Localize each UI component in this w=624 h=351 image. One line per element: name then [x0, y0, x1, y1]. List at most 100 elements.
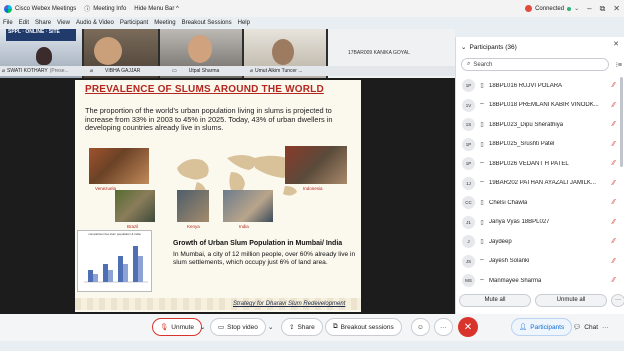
growth-heading: Growth of Urban Slum Population in Mumba… — [173, 240, 343, 247]
mic-muted-icon[interactable]: ⁄⁄ — [613, 141, 615, 148]
share-button[interactable]: ⇪ Share — [281, 318, 323, 336]
person-silhouette — [36, 47, 52, 65]
restore-button[interactable]: ⧉ — [600, 4, 606, 14]
participant-name: 18BPL023_Dipu Sherathiya — [489, 121, 564, 128]
video-icon: ⌔ — [479, 278, 485, 285]
growth-body-text: In Mumbai, a city of 12 million people, … — [173, 251, 356, 266]
breakout-icon: ⧉ — [333, 323, 338, 330]
list-item[interactable]: J1 ▯ Janya Vyas 18BPL027 ⁄⁄ — [456, 213, 624, 233]
participant-search-input[interactable]: ⌕ Search — [461, 58, 609, 71]
more-options-button[interactable]: ··· — [611, 293, 624, 307]
bar-chart-graphic — [84, 246, 148, 283]
list-item[interactable]: MS ⌔ Manmayee Sharma ⁄⁄ — [456, 271, 624, 291]
mic-muted-icon[interactable]: ⁄⁄ — [613, 219, 615, 226]
list-item[interactable]: 1P ▯ 18BPL016 RUJVI POLARA ⁄⁄ — [456, 76, 624, 96]
slide-body-text: The proportion of the world’s urban popu… — [85, 106, 333, 133]
photo-brazil — [115, 190, 155, 222]
phone-icon: ▯ — [480, 239, 484, 246]
mic-muted-icon[interactable]: ⁄⁄ — [613, 277, 615, 284]
caption-indonesia: Indonesia — [303, 186, 323, 191]
sort-filter-icon[interactable]: ⁝≡ — [616, 61, 622, 69]
close-window-button[interactable]: ✕ — [613, 4, 620, 13]
avatar: J1 — [462, 215, 475, 229]
mute-all-button[interactable]: Mute all — [459, 293, 531, 307]
mic-muted-icon[interactable]: ⁄⁄ — [613, 160, 615, 167]
leave-meeting-button[interactable]: ✕ — [458, 317, 478, 337]
hide-menu-bar-button[interactable]: Hide Menu Bar ^ — [134, 6, 179, 12]
participant-name: Janya Vyas 18BPL027 — [489, 219, 550, 226]
share-icon: ⇪ — [289, 324, 295, 331]
mic-off-icon: ⌀ — [250, 68, 254, 74]
reactions-button[interactable]: ☺ — [411, 318, 430, 336]
video-options-chevron[interactable]: ⌄ — [266, 318, 275, 336]
menu-help[interactable]: Help — [238, 20, 250, 26]
avatar: CC — [462, 196, 475, 210]
participant-name: Manmayee Sharma — [489, 277, 542, 284]
connection-status[interactable]: Connected ⌄ — [525, 5, 579, 12]
slide-footer-link[interactable]: Strategy for Dharavi Slum Redevelopment — [233, 301, 345, 307]
panel-more-button[interactable]: ··· — [600, 318, 611, 336]
slum-photos-map: Venezuela Brazil Kenya India Indonesia — [75, 140, 361, 230]
slide-title: PREVALENCE OF SLUMS AROUND THE WORLD — [85, 84, 324, 95]
participants-footer: Mute all Unmute all ··· — [456, 292, 624, 308]
participants-header[interactable]: ⌄ Participants (36) — [456, 41, 624, 53]
mic-muted-icon[interactable]: ⁄⁄ — [613, 121, 615, 128]
mic-off-icon: ⌀ — [90, 68, 94, 74]
mic-icon: ⌀ — [2, 68, 6, 74]
shared-content-area[interactable]: PREVALENCE OF SLUMS AROUND THE WORLD The… — [0, 78, 455, 314]
menu-breakout-sessions[interactable]: Breakout Sessions — [182, 20, 232, 26]
menu-meeting[interactable]: Meeting — [154, 20, 175, 26]
slide: PREVALENCE OF SLUMS AROUND THE WORLD The… — [75, 80, 361, 312]
person-silhouette — [272, 39, 294, 65]
audio-options-chevron[interactable]: ⌄ — [198, 318, 207, 336]
close-panel-icon[interactable]: ✕ — [613, 40, 619, 48]
list-item[interactable]: 1V ⌔ 18BPL018 PREMLANI KABIR VINODK... ⁄… — [456, 96, 624, 116]
list-item[interactable]: 1J ⌔ 19BAR202 PATHAN AYAZALI JAMILK... ⁄… — [456, 174, 624, 194]
more-button[interactable]: ··· — [434, 318, 453, 336]
list-item[interactable]: CC ▯ Chelsi Chawla ⁄⁄ — [456, 193, 624, 213]
participants-toggle-button[interactable]: 👤︎ Participants — [511, 318, 573, 336]
menu-audio-video[interactable]: Audio & Video — [76, 20, 114, 26]
video-name: ⌀ SWATI KOTHARY (Prese... — [2, 68, 69, 74]
minimize-button[interactable]: – — [587, 4, 591, 13]
person-silhouette — [188, 35, 212, 63]
stop-video-button[interactable]: ▭ Stop video — [210, 318, 266, 336]
slum-population-chart-image: comparison bet slum population & india — [77, 230, 152, 292]
menu-view[interactable]: View — [57, 20, 70, 26]
emoji-icon: ☺ — [417, 323, 424, 331]
phone-icon: ▯ — [480, 141, 484, 148]
breakout-sessions-button[interactable]: ⧉ Breakout sessions — [325, 318, 402, 336]
connection-dot-icon — [567, 6, 572, 11]
mic-muted-icon[interactable]: ⁄⁄ — [613, 180, 615, 187]
mic-muted-icon[interactable]: ⁄⁄ — [613, 102, 615, 109]
photo-venezuela — [89, 148, 149, 184]
avatar: 1J — [462, 176, 475, 190]
participant-name: 19BAR202 PATHAN AYAZALI JAMILK... — [489, 180, 596, 187]
screen-icon: ▭ — [172, 68, 177, 74]
list-item[interactable]: JS ⌔ Jayesh Solanki ⁄⁄ — [456, 252, 624, 272]
bottom-strip — [0, 341, 624, 351]
unmute-button[interactable]: 🎙︎ Unmute — [152, 318, 203, 336]
list-item[interactable]: 1P ▯ 18BPL025_Srushti Patel ⁄⁄ — [456, 135, 624, 155]
meeting-info-button[interactable]: ⓘ Meeting Info — [84, 4, 126, 14]
mic-muted-icon[interactable]: ⁄⁄ — [613, 199, 615, 206]
mic-muted-icon[interactable]: ⁄⁄ — [613, 258, 615, 265]
chat-icon: 💬︎ — [573, 324, 582, 331]
menu-edit[interactable]: Edit — [19, 20, 29, 26]
list-item[interactable]: J ▯ Jaydeep ⁄⁄ — [456, 232, 624, 252]
mic-muted-icon[interactable]: ⁄⁄ — [613, 82, 615, 89]
recording-icon — [525, 5, 533, 12]
participant-name: 17BAR009 KANIKA GOYAL — [348, 50, 410, 56]
chevron-down-icon: ⌄ — [574, 6, 580, 12]
menu-file[interactable]: File — [3, 20, 13, 26]
menu-share[interactable]: Share — [35, 20, 51, 26]
avatar: 1P — [462, 137, 475, 151]
list-item[interactable]: 1P ⌔ 18BPL026 VEDANT H PATEL ⁄⁄ — [456, 154, 624, 174]
mic-muted-icon[interactable]: ⁄⁄ — [613, 238, 615, 245]
unmute-all-button[interactable]: Unmute all — [535, 293, 607, 307]
menu-participant[interactable]: Participant — [120, 20, 148, 26]
list-item[interactable]: 1S ▯ 18BPL023_Dipu Sherathiya ⁄⁄ — [456, 115, 624, 135]
video-name: ▭ Utpal Sharma — [172, 68, 220, 74]
phone-icon: ▯ — [480, 83, 484, 90]
participant-name: Jayesh Solanki — [489, 258, 530, 265]
